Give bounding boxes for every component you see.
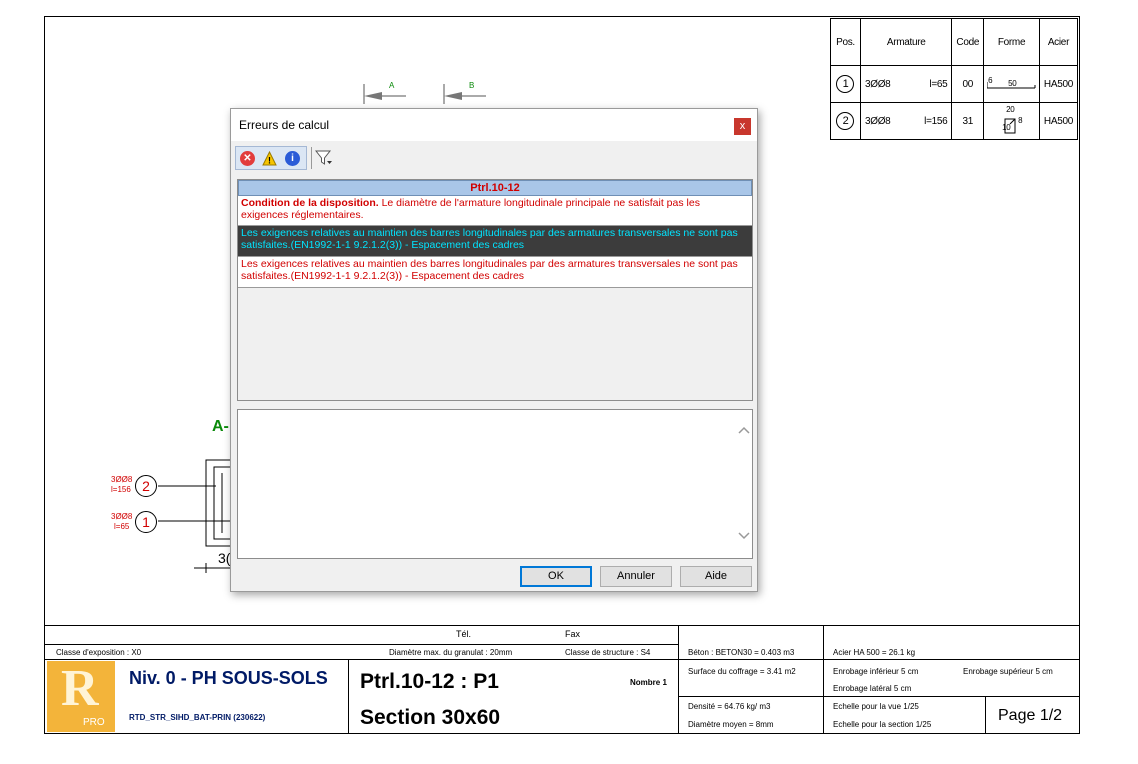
fax-label: Fax bbox=[565, 629, 581, 639]
col-forme: Forme bbox=[983, 18, 1040, 66]
level-name: Niv. 0 - PH SOUS-SOLS bbox=[129, 668, 328, 688]
divider bbox=[348, 659, 349, 734]
warning-filter-icon[interactable]: ! bbox=[262, 150, 277, 166]
logo-sub: PRO bbox=[83, 717, 105, 728]
scale-view: Echelle pour la vue 1/25 bbox=[833, 702, 919, 711]
callout-length-1: l=65 bbox=[114, 522, 130, 531]
message-bold: Condition de la disposition. bbox=[241, 197, 379, 209]
col-acier: Acier bbox=[1038, 18, 1079, 66]
toolbar-separator bbox=[311, 147, 312, 169]
formwork-area: Surface du coffrage = 3.41 m2 bbox=[688, 667, 796, 676]
page-number: Page 1/2 bbox=[998, 707, 1063, 724]
app-logo: R PRO bbox=[47, 660, 115, 732]
callout-bars-1: 3ØØ8 bbox=[111, 512, 133, 521]
divider bbox=[678, 696, 1080, 697]
logo-letter: R bbox=[61, 660, 99, 717]
shape-code: 31 bbox=[951, 102, 985, 140]
shape-code: 00 bbox=[951, 65, 985, 103]
steel-grade: HA500 bbox=[1038, 102, 1079, 140]
dialog-toolbar bbox=[231, 141, 757, 173]
steel-weight: Acier HA 500 = 26.1 kg bbox=[833, 648, 916, 657]
cancel-button[interactable]: Annuler bbox=[600, 566, 672, 587]
rebar-table-header: Pos. Armature Code Forme Acier bbox=[830, 18, 1079, 66]
steel-density: Densité = 64.76 kg/ m3 bbox=[688, 702, 771, 711]
list-item-selected[interactable]: Les exigences relatives au maintien des … bbox=[238, 226, 752, 257]
message-text: Les exigences relatives au maintien des … bbox=[241, 227, 738, 251]
pos-marker: 1 bbox=[836, 75, 855, 93]
shape-dim: 50 bbox=[1008, 79, 1017, 88]
divider bbox=[44, 659, 1080, 660]
message-detail-pane[interactable] bbox=[237, 409, 753, 559]
cover-bottom: Enrobage inférieur 5 cm bbox=[833, 667, 919, 676]
message-text: Les exigences relatives au maintien des … bbox=[241, 258, 738, 282]
funnel-filter-icon[interactable] bbox=[315, 149, 333, 167]
col-code: Code bbox=[951, 18, 985, 66]
ok-button[interactable]: OK bbox=[520, 566, 592, 587]
aggregate-size: Diamètre max. du granulat : 20mm bbox=[389, 648, 513, 657]
average-diameter: Diamètre moyen = 8mm bbox=[688, 720, 774, 729]
shape-dim: 10 bbox=[1002, 123, 1011, 132]
section-dimension: 3( bbox=[218, 550, 231, 566]
bar-count: 3ØØ8 bbox=[864, 78, 891, 90]
shape-dim: 20 bbox=[1006, 105, 1015, 114]
divider bbox=[985, 696, 986, 734]
error-filter-icon[interactable]: ✕ bbox=[240, 151, 255, 166]
section-cut-arrows bbox=[363, 84, 486, 104]
cut-label-a: A bbox=[389, 81, 395, 90]
svg-text:!: ! bbox=[268, 156, 271, 166]
bar-length: l=65 bbox=[929, 78, 948, 90]
concrete-volume: Béton : BETON30 = 0.403 m3 bbox=[688, 648, 795, 657]
tel-label: Tél. bbox=[456, 629, 472, 639]
col-armature: Armature bbox=[859, 18, 953, 66]
count-label: Nombre 1 bbox=[630, 678, 667, 687]
bar-length: l=156 bbox=[924, 115, 948, 127]
close-button[interactable]: x bbox=[734, 118, 751, 135]
scale-section: Echelle pour la section 1/25 bbox=[833, 720, 932, 729]
list-item[interactable]: Condition de la disposition. Le diamètre… bbox=[238, 196, 752, 226]
shape-dim: 8 bbox=[1018, 116, 1023, 125]
help-button[interactable]: Aide bbox=[680, 566, 752, 587]
divider bbox=[44, 644, 678, 645]
callout-length-2: l=156 bbox=[111, 485, 131, 494]
message-group-header[interactable]: Ptrl.10-12 bbox=[238, 180, 752, 196]
calculation-errors-dialog: Erreurs de calcul x ✕ ! i Ptrl.10-12 Con… bbox=[230, 108, 758, 592]
section-title: A- bbox=[212, 418, 229, 435]
project-code: RTD_STR_SIHD_BAT-PRIN (230622) bbox=[129, 713, 266, 722]
table-row: 2 3ØØ8 l=156 31 20 10 8 HA500 bbox=[830, 102, 1079, 140]
pos-marker: 2 bbox=[836, 112, 855, 130]
callout-marker-2: 2 bbox=[135, 475, 157, 497]
callout-marker-1: 1 bbox=[135, 511, 157, 533]
exposure-class: Classe d'exposition : X0 bbox=[56, 648, 142, 657]
scroll-up-icon[interactable] bbox=[738, 426, 750, 434]
element-name: Ptrl.10-12 : P1 bbox=[360, 670, 499, 693]
table-row: 1 3ØØ8 l=65 00 6 50 HA500 bbox=[830, 65, 1079, 103]
cover-top: Enrobage supérieur 5 cm bbox=[963, 667, 1053, 676]
divider bbox=[823, 625, 824, 734]
col-pos: Pos. bbox=[830, 18, 861, 66]
cut-label-b: B bbox=[469, 81, 475, 90]
divider bbox=[678, 625, 679, 734]
section-name: Section 30x60 bbox=[360, 706, 501, 729]
cover-side: Enrobage latéral 5 cm bbox=[833, 684, 912, 693]
info-filter-icon[interactable]: i bbox=[285, 151, 300, 166]
list-item[interactable]: Les exigences relatives au maintien des … bbox=[238, 257, 752, 288]
callout-bars-2: 3ØØ8 bbox=[111, 475, 133, 484]
vertical-scrollbar[interactable] bbox=[735, 410, 752, 558]
structure-class: Classe de structure : S4 bbox=[565, 648, 651, 657]
bar-count: 3ØØ8 bbox=[864, 115, 891, 127]
dialog-title-bar[interactable]: Erreurs de calcul x bbox=[231, 109, 757, 141]
steel-grade: HA500 bbox=[1038, 65, 1079, 103]
divider bbox=[44, 625, 1080, 626]
rebar-table: Pos. Armature Code Forme Acier 1 3ØØ8 l=6… bbox=[830, 18, 1079, 140]
dialog-title: Erreurs de calcul bbox=[239, 118, 330, 132]
error-message-list[interactable]: Ptrl.10-12 Condition de la disposition. … bbox=[237, 179, 753, 401]
scroll-down-icon[interactable] bbox=[738, 532, 750, 540]
shape-dim: 6 bbox=[988, 76, 993, 85]
